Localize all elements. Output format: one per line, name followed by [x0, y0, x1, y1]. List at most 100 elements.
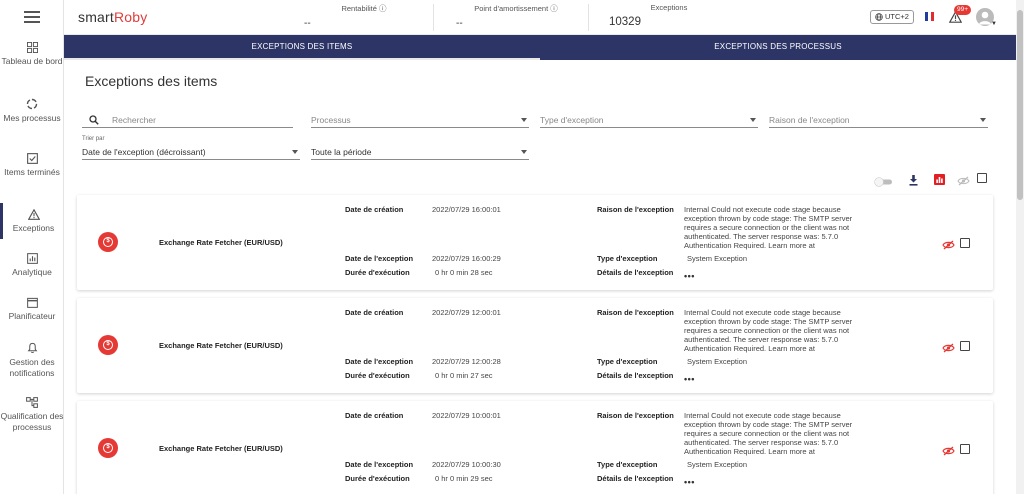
scrollbar-thumb[interactable]	[1017, 10, 1023, 200]
exception-type-select[interactable]: Type d'exception	[540, 112, 758, 128]
row-checkbox[interactable]	[960, 444, 970, 454]
type-label: Type d'exception	[597, 357, 658, 366]
details-label: Détails de l'exception	[597, 371, 674, 380]
stat-value: --	[304, 18, 311, 29]
type-value: System Exception	[687, 357, 748, 366]
search-placeholder: Rechercher	[112, 115, 156, 125]
created-label: Date de création	[345, 411, 404, 420]
exception-error-icon: $	[98, 335, 118, 355]
timezone-label: UTC+2	[885, 12, 909, 21]
sidebar: Tableau de bord Mes processus Items term…	[0, 0, 64, 494]
sort-value: Date de l'exception (décroissant)	[82, 147, 206, 157]
row-checkbox[interactable]	[960, 341, 970, 351]
sidebar-item-dashboard[interactable]: Tableau de bord	[0, 42, 64, 67]
sidebar-item-label: Tableau de bord	[1, 56, 63, 66]
eye-off-icon[interactable]	[957, 173, 970, 191]
sidebar-item-label: Planificateur	[8, 311, 56, 321]
stat-profitability: Rentabilité ⓘ --	[304, 3, 424, 29]
process-placeholder: Processus	[311, 115, 351, 125]
process-name: Exchange Rate Fetcher (EUR/USD)	[159, 238, 283, 247]
hide-icon[interactable]	[942, 443, 955, 461]
sort-select[interactable]: Date de l'exception (décroissant)	[82, 144, 300, 160]
scrollbar[interactable]	[1016, 0, 1024, 494]
created-value: 2022/07/29 12:00:01	[432, 308, 501, 317]
logo-prefix: smart	[78, 9, 114, 25]
reason-label: Raison de l'exception	[597, 411, 674, 420]
sidebar-item-exceptions[interactable]: Exceptions	[0, 203, 64, 239]
created-value: 2022/07/29 16:00:01	[432, 205, 501, 214]
sidebar-item-processes[interactable]: Mes processus	[0, 98, 64, 124]
logo-suffix: Roby	[114, 9, 148, 25]
page-title: Exceptions des items	[85, 73, 218, 89]
more-details-button[interactable]: •••	[684, 477, 695, 487]
tab-item-exceptions[interactable]: EXCEPTIONS DES ITEMS	[64, 35, 540, 60]
warning-icon	[27, 209, 40, 220]
sidebar-item-scheduler[interactable]: Planificateur	[0, 297, 64, 322]
exception-card[interactable]: $ Exchange Rate Fetcher (EUR/USD) Date d…	[77, 298, 993, 393]
download-icon[interactable]	[909, 173, 918, 191]
row-checkbox[interactable]	[960, 238, 970, 248]
reason-label: Raison de l'exception	[597, 205, 674, 214]
sidebar-item-qualification[interactable]: Qualification des processus	[0, 397, 64, 433]
language-flag-fr-icon[interactable]	[925, 12, 934, 21]
period-select[interactable]: Toute la période	[311, 144, 529, 160]
exception-date-value: 2022/07/29 12:00:28	[432, 357, 501, 366]
globe-icon	[875, 13, 883, 21]
info-icon[interactable]: ⓘ	[379, 4, 387, 13]
type-label: Type d'exception	[597, 254, 658, 263]
stat-value: --	[456, 18, 463, 29]
chevron-down-icon	[521, 118, 527, 122]
search-input[interactable]: Rechercher	[82, 112, 293, 128]
sidebar-item-label: Qualification des processus	[0, 411, 64, 432]
exception-reason-select[interactable]: Raison de l'exception	[769, 112, 988, 128]
reason-placeholder: Raison de l'exception	[769, 115, 850, 125]
chevron-down-icon[interactable]: ▼	[991, 21, 997, 27]
exception-date-label: Date de l'exception	[345, 254, 414, 263]
sidebar-item-completed[interactable]: Items terminés	[0, 153, 64, 178]
export-chart-icon[interactable]	[934, 172, 945, 190]
type-value: System Exception	[687, 254, 748, 263]
more-details-button[interactable]: •••	[684, 271, 695, 281]
sidebar-item-notifications[interactable]: Gestion des notifications	[0, 342, 64, 379]
main-content: Exceptions des items Rechercher Processu…	[64, 60, 1016, 494]
exception-date-value: 2022/07/29 16:00:29	[432, 254, 501, 263]
exception-card[interactable]: $ Exchange Rate Fetcher (EUR/USD) Date d…	[77, 401, 993, 494]
tab-bar: EXCEPTIONS DES ITEMS EXCEPTIONS DES PROC…	[64, 35, 1016, 60]
analytics-icon	[26, 253, 38, 264]
timezone-button[interactable]: UTC+2	[870, 10, 914, 24]
divider	[433, 4, 434, 31]
type-label: Type d'exception	[597, 460, 658, 469]
menu-icon[interactable]	[24, 11, 40, 23]
hide-icon[interactable]	[942, 340, 955, 358]
exception-date-label: Date de l'exception	[345, 460, 414, 469]
toggle-switch[interactable]	[874, 174, 894, 192]
duration-label: Durée d'exécution	[345, 371, 410, 380]
select-all-checkbox[interactable]	[977, 173, 987, 183]
stat-label: Exceptions	[650, 3, 688, 12]
created-value: 2022/07/29 10:00:01	[432, 411, 501, 420]
duration-value: 0 hr 0 min 27 sec	[435, 371, 493, 380]
sort-label: Trier par	[82, 136, 105, 142]
tab-process-exceptions[interactable]: EXCEPTIONS DES PROCESSUS	[540, 35, 1016, 60]
type-value: System Exception	[687, 460, 748, 469]
chevron-down-icon	[980, 118, 986, 122]
search-icon	[89, 115, 99, 125]
app-logo[interactable]: smartRoby	[78, 9, 147, 25]
created-label: Date de création	[345, 205, 404, 214]
stat-break-even: Point d'amortissement ⓘ --	[456, 3, 576, 29]
type-placeholder: Type d'exception	[540, 115, 604, 125]
divider	[588, 4, 589, 31]
exception-card[interactable]: $ Exchange Rate Fetcher (EUR/USD) Date d…	[77, 195, 993, 290]
reason-label: Raison de l'exception	[597, 308, 674, 317]
process-select[interactable]: Processus	[311, 112, 529, 128]
sidebar-item-analytics[interactable]: Analytique	[0, 253, 64, 278]
duration-value: 0 hr 0 min 29 sec	[435, 474, 493, 483]
chevron-down-icon	[292, 150, 298, 154]
exception-error-icon: $	[98, 232, 118, 252]
hide-icon[interactable]	[942, 237, 955, 255]
details-label: Détails de l'exception	[597, 268, 674, 277]
reason-value: Internal Could not execute code stage be…	[684, 205, 853, 250]
notifications-badge: 99+	[954, 5, 972, 15]
more-details-button[interactable]: •••	[684, 374, 695, 384]
info-icon[interactable]: ⓘ	[550, 4, 558, 13]
